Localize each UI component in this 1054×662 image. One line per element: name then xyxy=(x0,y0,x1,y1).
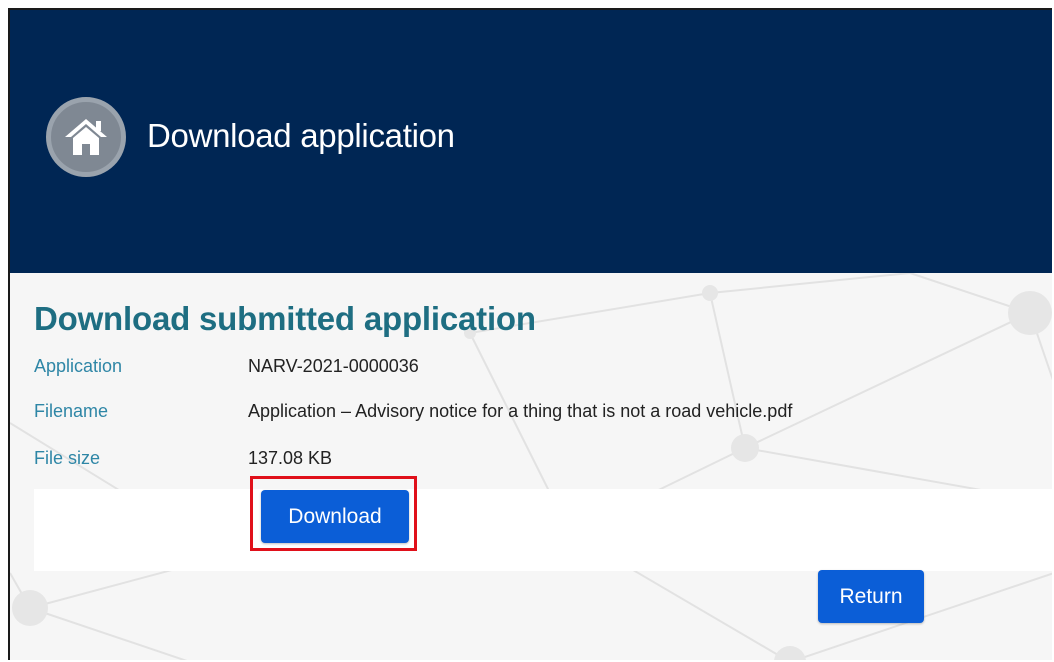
application-value: NARV-2021-0000036 xyxy=(248,356,419,376)
app-frame: Download application Download submitted … xyxy=(8,8,1052,660)
section-title: Download submitted application xyxy=(34,300,536,337)
download-band xyxy=(34,489,1052,571)
home-icon[interactable] xyxy=(46,97,126,177)
application-label: Application xyxy=(34,356,123,376)
page-header: Download application xyxy=(10,10,1052,273)
main-content: Download submitted application Applicati… xyxy=(10,273,1052,660)
download-button[interactable]: Download xyxy=(261,490,409,543)
file-size-value: 137.08 KB xyxy=(248,448,333,468)
filename-label: Filename xyxy=(34,401,109,421)
file-size-label: File size xyxy=(34,448,101,468)
page-title: Download application xyxy=(147,117,455,154)
filename-value: Application – Advisory notice for a thin… xyxy=(248,401,793,421)
home-glyph xyxy=(65,119,107,155)
return-button[interactable]: Return xyxy=(818,570,924,623)
